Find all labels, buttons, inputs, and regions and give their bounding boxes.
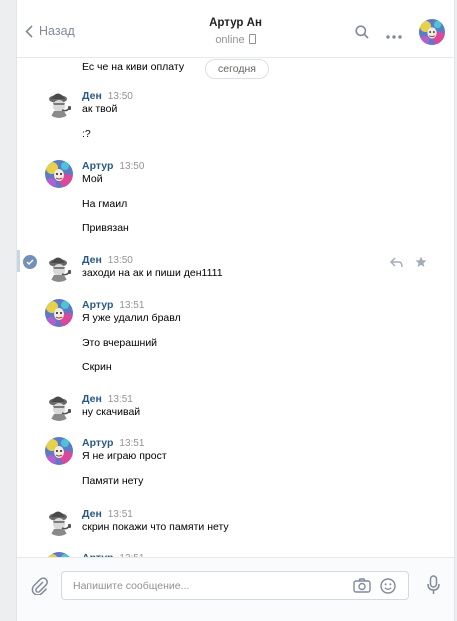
composer: Напишите сообщение... <box>17 557 454 621</box>
message-time[interactable]: 13:51 <box>119 300 144 311</box>
author-name-text[interactable]: Артур <box>82 299 113 311</box>
more-button[interactable] <box>386 30 402 42</box>
message-text: Мой <box>82 173 103 185</box>
message-text: ак твой <box>82 103 118 115</box>
author-name-text[interactable]: Артур <box>82 160 113 172</box>
message-time[interactable]: 13:51 <box>119 438 144 449</box>
author-name[interactable]: Артур 13:51 <box>82 299 144 311</box>
date-separator: сегодня <box>205 59 269 79</box>
message-text: Это вчерашний <box>82 337 158 349</box>
online-status-text: online <box>215 34 245 46</box>
message-actions <box>389 256 427 271</box>
author-avatar[interactable] <box>45 160 73 188</box>
star-icon[interactable] <box>415 256 427 268</box>
attach-button[interactable] <box>31 577 49 598</box>
author-name[interactable]: Ден 13:51 <box>82 393 133 405</box>
mobile-icon <box>248 34 256 44</box>
author-name-text[interactable]: Ден <box>82 254 102 266</box>
author-name-text[interactable]: Ден <box>82 393 102 405</box>
author-name-text[interactable]: Артур <box>82 437 113 449</box>
message-text: Памяти нету <box>82 475 144 487</box>
author-name[interactable]: Ден 13:50 <box>82 90 133 102</box>
author-avatar[interactable] <box>45 393 73 421</box>
message-text: скрин покажи что памяти нету <box>82 521 229 533</box>
message-input-placeholder: Напишите сообщение... <box>73 580 190 592</box>
message-time[interactable]: 13:50 <box>108 255 133 266</box>
message-text: ну скачивай <box>82 406 141 418</box>
message-text: Привязан <box>82 222 129 234</box>
message-input[interactable]: Напишите сообщение... <box>61 571 409 600</box>
author-avatar[interactable] <box>45 299 73 327</box>
reply-icon[interactable] <box>389 257 403 268</box>
microphone-icon <box>427 575 440 594</box>
message-text: Я уже удалил бравл <box>82 312 181 324</box>
contact-avatar[interactable] <box>419 19 445 45</box>
message-time[interactable]: 13:50 <box>119 161 144 172</box>
author-name[interactable]: Артур 13:51 <box>82 437 144 449</box>
more-dots-icon <box>386 35 402 39</box>
message-text: :? <box>82 128 91 140</box>
message-feed: Ес че на киви оплату сегодня Ден 13:50 ак … <box>17 57 454 557</box>
message-text: Скрин <box>82 361 112 373</box>
paperclip-icon <box>31 577 48 596</box>
author-avatar[interactable] <box>45 90 73 118</box>
message-text: заходи на ак и пиши ден1111 <box>82 267 223 279</box>
author-name[interactable]: Артур 13:50 <box>82 160 144 172</box>
message-text: Я не играю прост <box>82 450 167 462</box>
chat-title[interactable]: Артур Ан <box>17 17 454 29</box>
author-name[interactable]: Ден 13:51 <box>82 508 133 520</box>
author-name[interactable]: Ден 13:50 <box>82 254 133 266</box>
message-time[interactable]: 13:51 <box>108 509 133 520</box>
author-avatar[interactable] <box>45 437 73 465</box>
chat-window: Назад Артур Ан online Ес че на киви опла… <box>16 0 455 621</box>
message-time[interactable]: 13:51 <box>108 394 133 405</box>
check-circle-icon[interactable] <box>23 255 37 269</box>
camera-button[interactable] <box>353 578 371 596</box>
camera-icon <box>353 578 371 593</box>
author-avatar[interactable] <box>45 254 73 282</box>
voice-button[interactable] <box>427 575 440 598</box>
author-name-text[interactable]: Ден <box>82 90 102 102</box>
author-avatar[interactable] <box>45 508 73 536</box>
message-time[interactable]: 13:50 <box>108 91 133 102</box>
message-text: Ес че на киви оплату <box>82 61 185 73</box>
emoji-button[interactable] <box>380 578 396 597</box>
chat-header: Назад Артур Ан online <box>17 0 454 58</box>
smile-icon <box>380 578 396 594</box>
author-name-text[interactable]: Ден <box>82 508 102 520</box>
message-text: На гмаил <box>82 198 128 210</box>
search-button[interactable] <box>355 25 369 42</box>
search-icon <box>355 25 369 39</box>
selection-marker <box>17 250 20 272</box>
